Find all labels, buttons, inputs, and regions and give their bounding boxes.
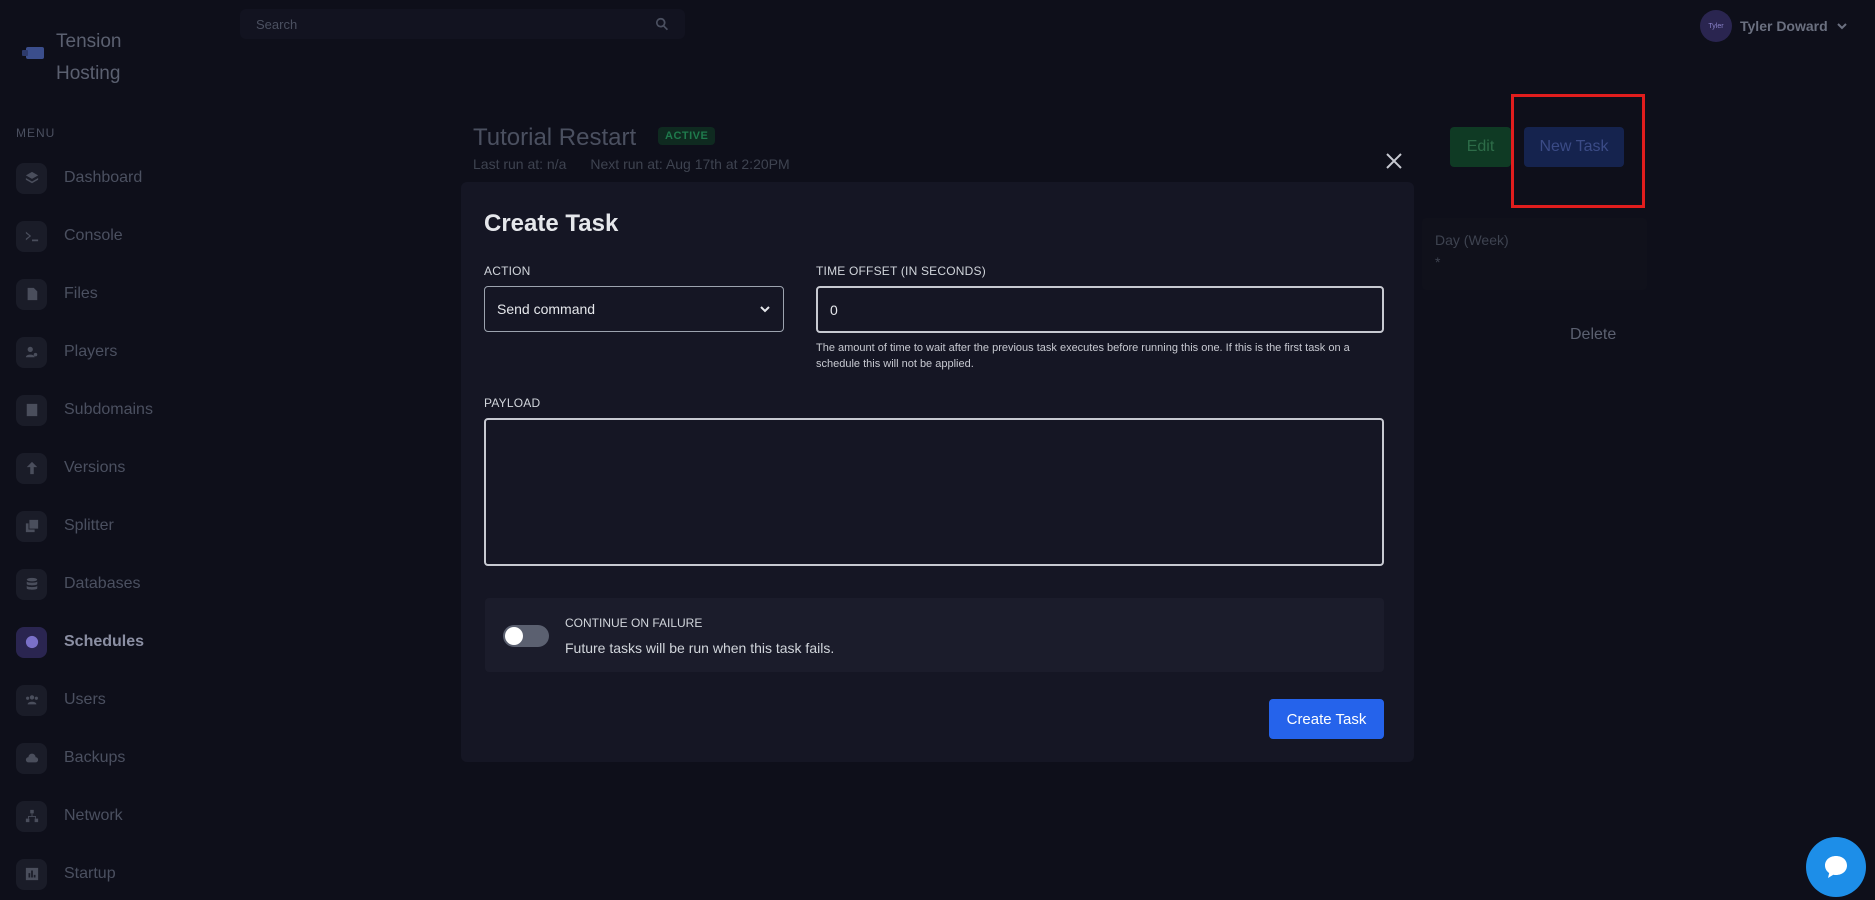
sidebar-item-label: Players (64, 343, 118, 360)
sidebar-item-label: Dashboard (64, 169, 143, 186)
sidebar-item-splitter[interactable]: Splitter (16, 510, 153, 542)
schedule-title: Tutorial Restart (473, 124, 637, 151)
sidebar-item-subdomains[interactable]: Subdomains (16, 394, 153, 426)
copy-icon (16, 510, 47, 542)
continue-on-failure-toggle[interactable] (503, 625, 549, 647)
sidebar-item-label: Databases (64, 575, 141, 592)
time-offset-help: The amount of time to wait after the pre… (816, 342, 1350, 370)
sidebar: Tension Hosting MENU Dashboard Console F… (0, 0, 200, 900)
continue-on-failure-description: Future tasks will be run when this task … (565, 640, 835, 656)
sidebar-item-databases[interactable]: Databases (16, 568, 153, 600)
sidebar-item-startup[interactable]: Startup (16, 858, 153, 890)
sidebar-item-label: Users (64, 691, 106, 708)
search-input[interactable]: Search (240, 9, 685, 39)
create-task-modal: Create Task ACTION Send command TIME OFF… (461, 182, 1414, 762)
toggle-knob (505, 627, 523, 645)
day-week-value: * (1435, 254, 1441, 270)
avatar: Tyler (1700, 10, 1732, 42)
file-icon (16, 278, 47, 310)
sidebar-item-label: Backups (64, 749, 126, 766)
schedule-runs: Last run at: n/a Next run at: Aug 17th at… (473, 156, 790, 172)
chevron-down-icon (760, 306, 770, 313)
create-task-button[interactable]: Create Task (1269, 699, 1384, 739)
contact-icon (16, 394, 47, 426)
time-offset-label: TIME OFFSET (IN SECONDS) (816, 264, 986, 278)
players-icon (16, 336, 47, 368)
payload-label: PAYLOAD (484, 396, 541, 410)
user-name: Tyler Doward (1740, 18, 1828, 34)
close-icon (1386, 153, 1402, 169)
sidebar-item-label: Files (64, 285, 98, 302)
chevron-down-icon (1836, 23, 1847, 30)
search-placeholder: Search (256, 16, 298, 32)
cloud-icon (16, 742, 47, 774)
sidebar-item-schedules[interactable]: Schedules (16, 626, 153, 658)
sidebar-item-backups[interactable]: Backups (16, 742, 153, 774)
user-menu[interactable]: Tyler Tyler Doward (1700, 10, 1848, 42)
server-logo-icon (22, 47, 44, 59)
highlight-box (1511, 94, 1645, 208)
sidebar-item-dashboard[interactable]: Dashboard (16, 162, 153, 194)
menu-label: MENU (16, 126, 56, 140)
sidebar-item-versions[interactable]: Versions (16, 452, 153, 484)
sidebar-item-files[interactable]: Files (16, 278, 153, 310)
day-week-label: Day (Week) (1435, 232, 1509, 248)
sidebar-nav: Dashboard Console Files Players Subdomai… (16, 162, 153, 900)
users-icon (16, 684, 47, 716)
chat-button[interactable] (1806, 837, 1866, 897)
sidebar-item-label: Subdomains (64, 401, 153, 418)
network-icon (16, 800, 47, 832)
sidebar-item-label: Versions (64, 459, 126, 476)
action-selected-value: Send command (497, 301, 596, 317)
terminal-icon (16, 220, 47, 252)
next-run: Next run at: Aug 17th at 2:20PM (590, 156, 790, 172)
layers-icon (16, 162, 47, 194)
sidebar-item-label: Schedules (64, 633, 145, 650)
day-week-card: Day (Week) * (1422, 218, 1647, 290)
chart-icon (16, 858, 47, 890)
delete-button[interactable]: Delete (1570, 326, 1616, 344)
payload-textarea[interactable] (484, 418, 1384, 566)
search-icon (656, 17, 669, 31)
arrow-up-icon (16, 452, 47, 484)
sidebar-item-network[interactable]: Network (16, 800, 153, 832)
brand-name: Tension Hosting (56, 31, 122, 84)
clock-icon (16, 626, 47, 658)
action-label: ACTION (484, 264, 531, 278)
close-modal-button[interactable] (1385, 152, 1403, 170)
action-select[interactable]: Send command (484, 286, 784, 332)
database-icon (16, 568, 47, 600)
sidebar-item-users[interactable]: Users (16, 684, 153, 716)
sidebar-item-console[interactable]: Console (16, 220, 153, 252)
chat-icon (1825, 856, 1847, 878)
status-badge: ACTIVE (658, 127, 716, 145)
last-run: Last run at: n/a (473, 156, 567, 172)
time-offset-input[interactable]: 0 (816, 286, 1384, 333)
brand[interactable]: Tension Hosting (22, 26, 136, 90)
modal-title: Create Task (484, 210, 619, 237)
sidebar-item-label: Network (64, 807, 123, 824)
continue-on-failure-section: CONTINUE ON FAILURE Future tasks will be… (485, 598, 1384, 672)
sidebar-item-players[interactable]: Players (16, 336, 153, 368)
sidebar-item-label: Console (64, 227, 123, 244)
sidebar-item-label: Startup (64, 865, 116, 882)
continue-on-failure-title: CONTINUE ON FAILURE (565, 616, 703, 630)
sidebar-item-label: Splitter (64, 517, 114, 534)
edit-button[interactable]: Edit (1450, 127, 1511, 167)
